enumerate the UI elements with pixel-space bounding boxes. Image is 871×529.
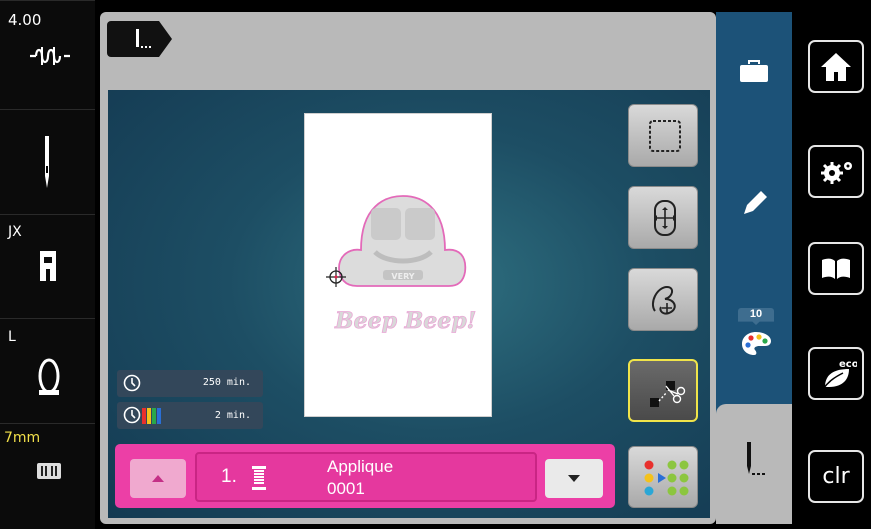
thread-tension-icon — [30, 47, 70, 65]
presser-foot-cell[interactable]: JX — [0, 214, 95, 318]
home-icon — [821, 53, 851, 81]
gear-icon — [821, 162, 852, 184]
stitch-length-cell[interactable]: 4.00 — [0, 0, 95, 109]
total-time-box: 250 min. — [117, 370, 263, 397]
color-info-field[interactable]: 1. Applique 0001 — [195, 452, 537, 502]
arrow-up-icon — [152, 475, 164, 482]
eco-leaf-icon: eco — [822, 359, 857, 390]
color-name: Applique — [327, 457, 394, 476]
color-resequence-button[interactable] — [628, 446, 698, 508]
tutorial-button[interactable] — [808, 242, 864, 295]
connect-jump-button[interactable] — [628, 359, 698, 422]
embroidery-needle-icon — [136, 29, 151, 48]
briefcase-icon[interactable] — [738, 58, 770, 84]
needle-plate-label: L — [8, 329, 16, 345]
color-code: 0001 — [327, 479, 365, 498]
needle-plate-icon — [38, 358, 60, 395]
needle-icon — [45, 136, 49, 188]
stitch-length-value: 4.00 — [8, 11, 42, 29]
color-time-box: 2 min. — [117, 402, 263, 429]
palette-icon[interactable] — [740, 330, 772, 358]
svg-text:eco: eco — [839, 359, 857, 370]
color-selection-bar: 1. Applique 0001 — [115, 444, 615, 508]
eco-button[interactable]: eco — [808, 347, 864, 400]
design-badge-text: VERY — [391, 272, 414, 281]
needle-plate-cell[interactable]: L — [0, 318, 95, 423]
check-size-button[interactable] — [628, 104, 698, 167]
clock-icon — [123, 374, 141, 392]
pencil-icon[interactable] — [740, 188, 770, 218]
color-time-value: 2 min. — [214, 410, 251, 421]
color-dropdown-button[interactable] — [545, 459, 603, 498]
hoop-move-icon — [654, 200, 676, 236]
clear-button-label: clr — [822, 464, 850, 489]
presser-foot-icon — [40, 251, 56, 281]
home-button[interactable] — [808, 40, 864, 93]
clock-color-icon — [123, 406, 161, 424]
clear-button[interactable]: clr — [808, 450, 864, 503]
color-up-button[interactable] — [130, 459, 186, 498]
stitch-path-button[interactable] — [628, 268, 698, 331]
total-time-value: 250 min. — [202, 377, 251, 388]
embroidery-mode-tab[interactable] — [107, 21, 172, 57]
stitch-width-cell[interactable]: 7mm — [0, 423, 95, 529]
presser-foot-label: JX — [8, 224, 22, 240]
color-index: 1. — [221, 466, 237, 487]
scissors-jump-icon — [650, 381, 686, 407]
color-dots-icon — [644, 460, 689, 496]
color-count-value: 10 — [749, 308, 763, 320]
feed-dog-icon — [37, 463, 61, 479]
design-text: Beep Beep! — [334, 308, 476, 334]
embroidery-tab-active[interactable] — [716, 404, 792, 524]
embroidery-stitch-icon — [747, 442, 765, 475]
dashed-frame-icon — [649, 120, 681, 152]
needle-cell[interactable] — [0, 109, 95, 214]
move-hoop-button[interactable] — [628, 186, 698, 249]
embroidery-hoop[interactable]: VERY Beep Beep! — [304, 113, 492, 417]
stitch-width-value: 7mm — [4, 430, 41, 446]
crosshair-icon — [326, 267, 346, 287]
thread-spool-icon — [252, 466, 266, 490]
settings-button[interactable] — [808, 145, 864, 198]
chevron-down-icon — [568, 475, 580, 482]
beetle-design-icon: VERY Beep Beep! — [334, 195, 477, 334]
book-icon — [822, 258, 850, 279]
stitch-path-icon — [651, 285, 676, 315]
